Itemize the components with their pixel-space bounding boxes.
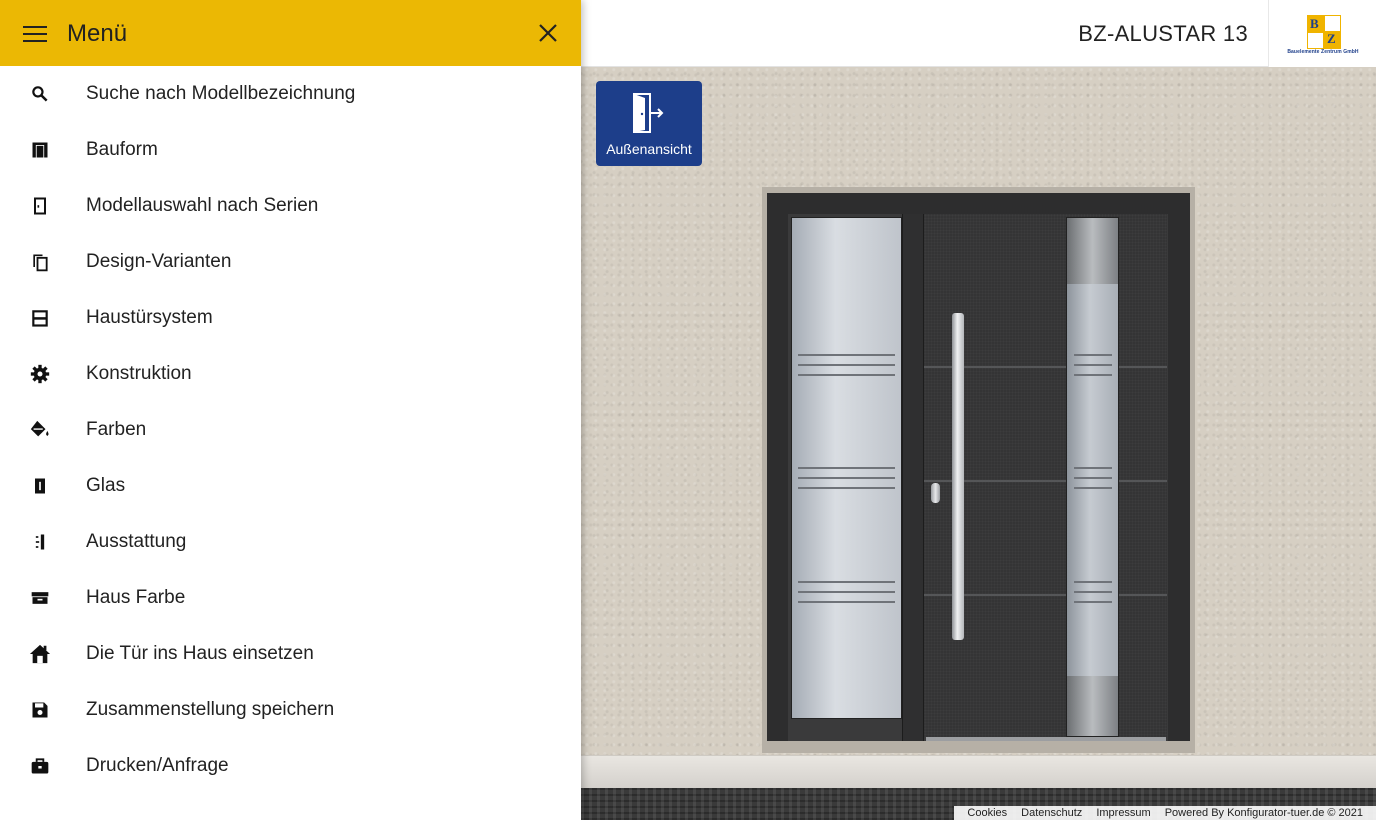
briefcase-icon [28, 754, 52, 778]
menu-item-label: Haus Farbe [86, 587, 186, 608]
copy-icon [28, 250, 52, 274]
glass-stripe [1074, 477, 1112, 479]
menu-item-place-door[interactable]: Die Tür ins Haus einsetzen [0, 626, 581, 682]
menu-item-door-system[interactable]: Haustürsystem [0, 290, 581, 346]
logo-caption: Bauelemente Zentrum GmbH [1287, 49, 1359, 55]
menu-item-label: Konstruktion [86, 363, 192, 384]
footer: Cookies Datenschutz Impressum Powered By… [954, 806, 1376, 820]
menu-item-label: Die Tür ins Haus einsetzen [86, 643, 314, 664]
company-logo[interactable]: B Z Bauelemente Zentrum GmbH [1268, 0, 1376, 67]
handle-icon [28, 530, 52, 554]
menu-item-print-request[interactable]: Drucken/Anfrage [0, 738, 581, 794]
clear-glass-bottom [1067, 676, 1118, 736]
menu-item-label: Farben [86, 419, 147, 440]
door-sill [926, 737, 1166, 741]
glass-stripe [798, 354, 895, 356]
menu-item-construction[interactable]: Konstruktion [0, 346, 581, 402]
door-mullion [902, 214, 924, 741]
menu-item-glass[interactable]: Glas [0, 458, 581, 514]
door-system-icon [28, 306, 52, 330]
glass-stripe [798, 591, 895, 593]
outside-view-button[interactable]: Außenansicht [596, 81, 702, 166]
glass-stripe [798, 364, 895, 366]
footer-link-privacy[interactable]: Datenschutz [1014, 807, 1089, 819]
menu-item-label: Suche nach Modellbezeichnung [86, 83, 356, 104]
door-exit-icon [633, 93, 664, 133]
footer-link-imprint[interactable]: Impressum [1089, 807, 1157, 819]
glass-stripe [798, 477, 895, 479]
menu-item-label: Modellauswahl nach Serien [86, 195, 319, 216]
glass-stripe [1074, 487, 1112, 489]
menu-item-house-color[interactable]: Haus Farbe [0, 570, 581, 626]
menu-item-label: Ausstattung [86, 531, 187, 552]
glass-stripe [798, 601, 895, 603]
menu-item-search[interactable]: Suche nach Modellbezeichnung [0, 66, 581, 122]
glass-stripe [1074, 591, 1112, 593]
menu-item-label: Zusammenstellung speichern [86, 699, 335, 720]
menu-item-series[interactable]: Modellauswahl nach Serien [0, 178, 581, 234]
logo-letter: B [1310, 16, 1319, 31]
menu-item-label: Bauform [86, 139, 158, 160]
logo-square [1307, 32, 1324, 49]
glass-stripe [1074, 374, 1112, 376]
glass-stripe [1074, 601, 1112, 603]
menu-item-save[interactable]: Zusammenstellung speichern [0, 682, 581, 738]
glass-stripe [1074, 364, 1112, 366]
door-handle [952, 313, 964, 640]
house-color-icon [28, 586, 52, 610]
menu-item-label: Haustürsystem [86, 307, 213, 328]
hamburger-icon[interactable] [22, 24, 48, 44]
menu-item-label: Design-Varianten [86, 251, 232, 272]
menu-item-label: Drucken/Anfrage [86, 755, 229, 776]
close-icon[interactable] [536, 21, 560, 45]
logo-letter: Z [1327, 31, 1336, 46]
outside-view-label: Außenansicht [606, 141, 692, 157]
menu-drawer: Menü Suche nach Modellbezeichnung Baufor… [0, 0, 581, 820]
drawer-header: Menü [0, 0, 581, 66]
menu-item-bauform[interactable]: Bauform [0, 122, 581, 178]
door-lock [931, 483, 940, 503]
menu-item-label: Glas [86, 475, 126, 496]
logo-square [1324, 15, 1341, 32]
door-frame-icon [28, 138, 52, 162]
glass-stripe [1074, 581, 1112, 583]
glass-stripe [1074, 354, 1112, 356]
door-outline-icon [28, 194, 52, 218]
paint-bucket-icon [28, 418, 52, 442]
glass-stripe [1074, 467, 1112, 469]
model-title: BZ-ALUSTAR 13 [1078, 21, 1248, 46]
home-icon [28, 642, 52, 666]
door-step [581, 755, 1376, 788]
menu-item-equipment[interactable]: Ausstattung [0, 514, 581, 570]
gear-icon [28, 362, 52, 386]
search-icon [28, 82, 52, 106]
glass-stripe [798, 581, 895, 583]
footer-powered-by[interactable]: Powered By Konfigurator-tuer.de © 2021 [1158, 807, 1370, 819]
glass-stripe [798, 487, 895, 489]
footer-link-cookies[interactable]: Cookies [960, 807, 1014, 819]
glass-stripe [798, 374, 895, 376]
glass-icon [28, 474, 52, 498]
clear-glass-top [1067, 218, 1118, 284]
glass-stripe [798, 467, 895, 469]
menu-item-colors[interactable]: Farben [0, 402, 581, 458]
menu-list: Suche nach Modellbezeichnung Bauform Mod… [0, 66, 581, 794]
save-icon [28, 698, 52, 722]
menu-item-design-variants[interactable]: Design-Varianten [0, 234, 581, 290]
drawer-title: Menü [67, 20, 128, 47]
